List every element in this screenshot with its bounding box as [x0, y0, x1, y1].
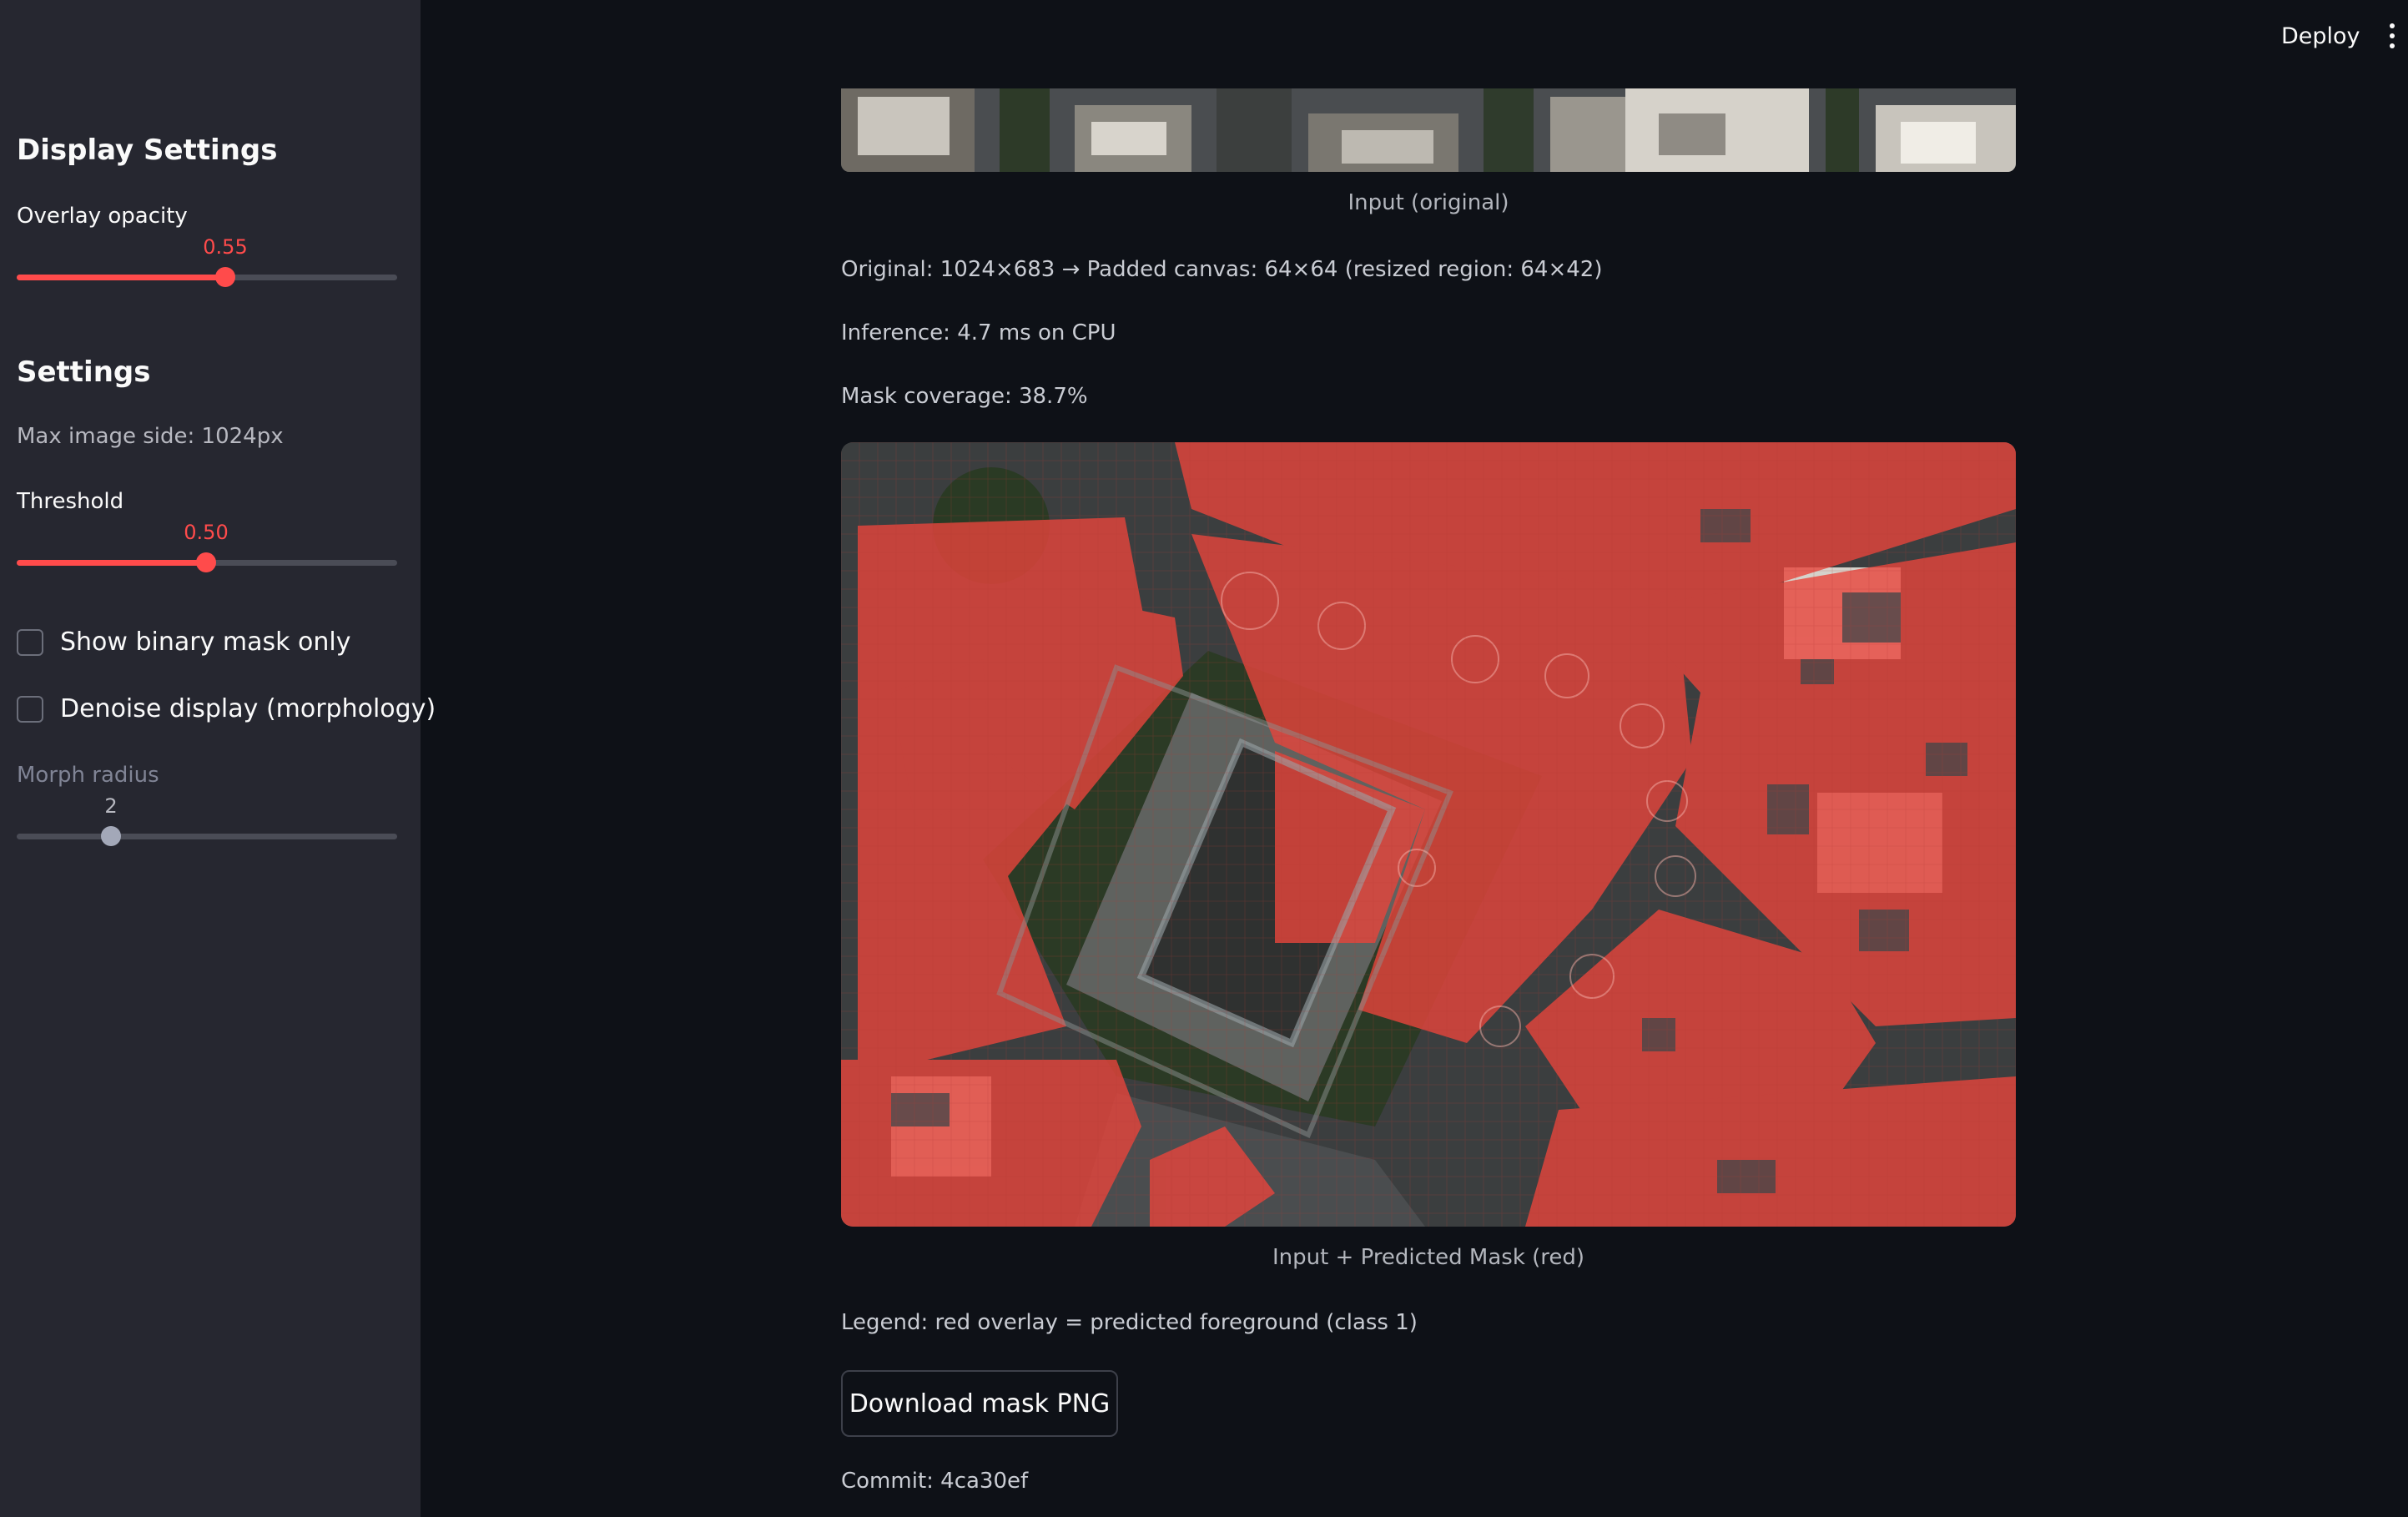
input-image: [841, 88, 2016, 172]
denoise-display-checkbox[interactable]: Denoise display (morphology): [17, 694, 436, 723]
threshold-thumb[interactable]: [196, 552, 216, 572]
threshold-label: Threshold: [17, 489, 124, 514]
legend-text: Legend: red overlay = predicted foregrou…: [841, 1310, 1418, 1335]
denoise-display-label: Denoise display (morphology): [60, 694, 436, 723]
commit-text: Commit: 4ca30ef: [841, 1469, 1029, 1494]
overlay-image-aerial: [841, 442, 2016, 1227]
input-image-caption: Input (original): [1348, 190, 1509, 215]
sidebar: Display Settings Overlay opacity 0.55 Se…: [0, 0, 436, 1517]
morph-radius-value: 2: [104, 794, 118, 818]
threshold-value: 0.50: [184, 521, 229, 544]
morph-radius-thumb[interactable]: [101, 826, 121, 846]
overlay-opacity-fill: [17, 275, 225, 280]
overlay-opacity-value: 0.55: [203, 235, 248, 259]
display-settings-heading: Display Settings: [17, 134, 278, 167]
download-mask-button[interactable]: Download mask PNG: [841, 1370, 1118, 1437]
main-menu-icon[interactable]: [2386, 23, 2398, 52]
overlay-opacity-slider[interactable]: [17, 275, 397, 280]
overlay-opacity-label: Overlay opacity: [17, 204, 188, 229]
original-info-text: Original: 1024×683 → Padded canvas: 64×6…: [841, 257, 1603, 282]
mask-coverage-text: Mask coverage: 38.7%: [841, 384, 1088, 409]
show-binary-mask-checkbox[interactable]: Show binary mask only: [17, 627, 351, 657]
deploy-button[interactable]: Deploy: [2281, 23, 2360, 49]
morph-radius-slider[interactable]: [17, 834, 397, 839]
app: Display Settings Overlay opacity 0.55 Se…: [0, 0, 2408, 1517]
denoise-display-box[interactable]: [17, 695, 43, 723]
overlay-image: [841, 442, 2016, 1227]
overlay-opacity-thumb[interactable]: [215, 267, 235, 287]
inference-info-text: Inference: 4.7 ms on CPU: [841, 320, 1116, 345]
show-binary-mask-label: Show binary mask only: [60, 627, 351, 657]
show-binary-mask-box[interactable]: [17, 628, 43, 656]
max-image-side-text: Max image side: 1024px: [17, 424, 284, 449]
threshold-fill: [17, 560, 207, 566]
input-image-aerial: [841, 88, 2016, 172]
morph-radius-label: Morph radius: [17, 763, 159, 788]
overlay-image-caption: Input + Predicted Mask (red): [1272, 1245, 1585, 1270]
settings-heading: Settings: [17, 355, 151, 389]
